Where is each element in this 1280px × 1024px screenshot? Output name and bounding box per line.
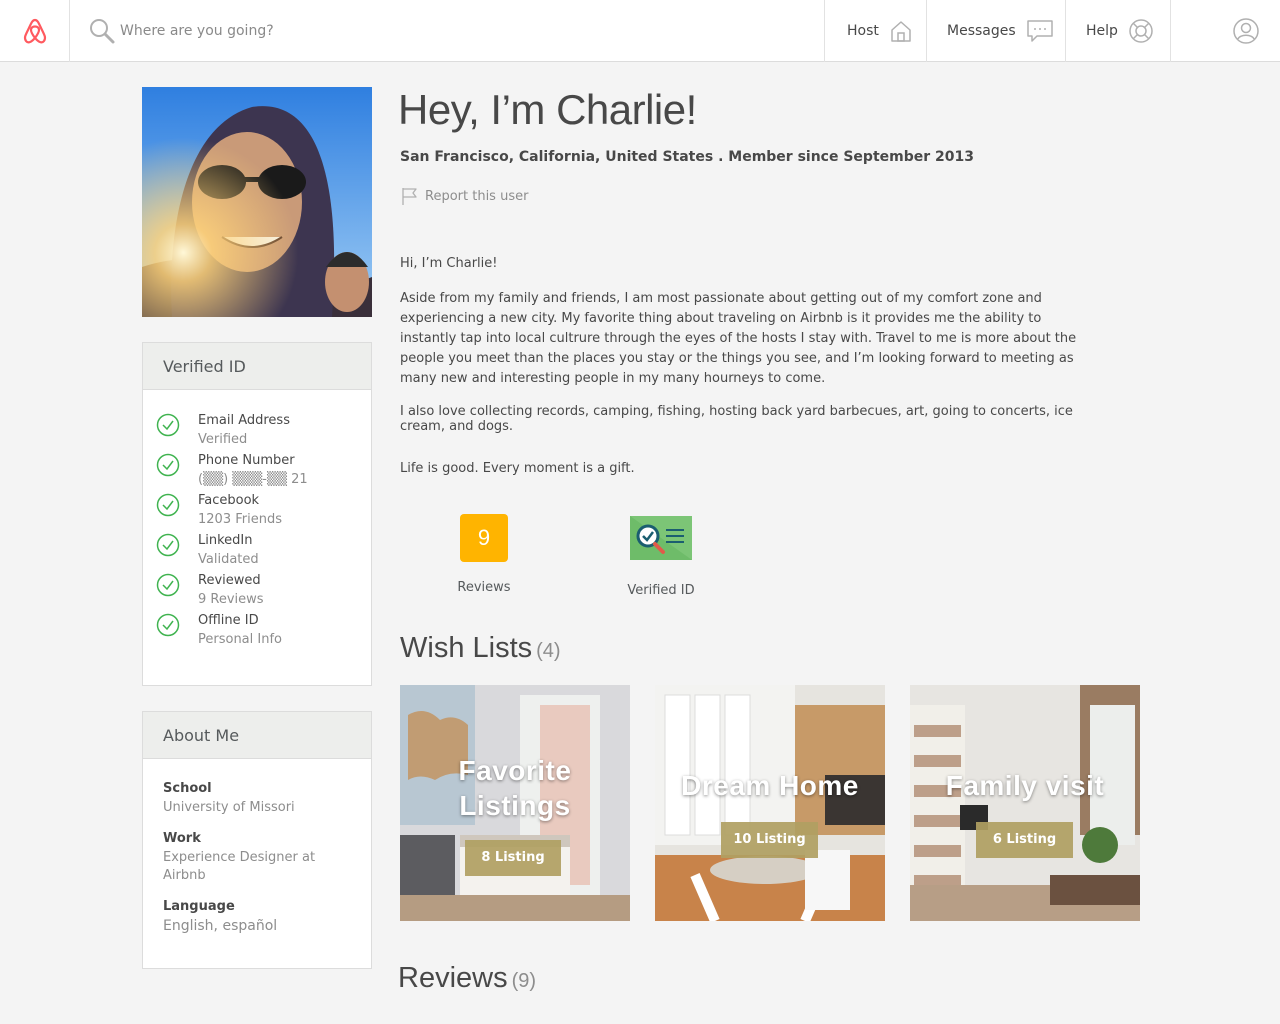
bio-paragraph: Hi, I’m Charlie! — [400, 256, 498, 271]
wish-list-card-favorite[interactable]: Favorite Listings 8 Listing — [400, 685, 630, 921]
bio-paragraph: I also love collecting records, camping,… — [400, 404, 1073, 434]
verified-item-title: Offline ID — [198, 613, 259, 628]
top-header: Host Messages Help — [0, 0, 1280, 62]
verified-item-linkedin: LinkedIn Validated — [143, 532, 371, 572]
verified-item-email: Email Address Verified — [143, 412, 371, 452]
wish-list-card-dream-home[interactable]: Dream Home 10 Listing — [655, 685, 885, 921]
wish-list-listing-button[interactable]: 10 Listing — [721, 822, 818, 858]
about-key: Work — [163, 831, 201, 846]
verified-item-facebook: Facebook 1203 Friends — [143, 492, 371, 532]
bio-paragraph: Aside from my family and friends, I am m… — [400, 291, 1077, 386]
check-circle-icon — [156, 413, 180, 437]
verified-item-detail: 1203 Friends — [198, 512, 282, 527]
verified-item-reviewed: Reviewed 9 Reviews — [143, 572, 371, 612]
about-row-work: Work Experience Designer at Airbnb — [163, 829, 351, 885]
check-circle-icon — [156, 573, 180, 597]
airbnb-logo[interactable] — [0, 0, 70, 62]
verified-item-title: Phone Number — [198, 453, 295, 468]
verified-id-card: Verified ID Email Address Verified Phone… — [142, 342, 372, 686]
lifebuoy-icon — [1129, 19, 1153, 43]
verified-item-phone: Phone Number (▒▒) ▒▒▒-▒▒ 21 — [143, 452, 371, 492]
about-value: University of Missori — [163, 800, 295, 815]
wish-list-card-family-visit[interactable]: Family visit 6 Listing — [910, 685, 1140, 921]
about-value: English, español — [163, 918, 278, 934]
profile-photo — [142, 87, 372, 317]
about-row-language: Language English, español — [163, 897, 351, 935]
about-key: School — [163, 781, 212, 796]
reviews-badge[interactable]: 9 Reviews — [445, 514, 523, 595]
nav-help-label: Help — [1086, 23, 1118, 39]
airbnb-logo-icon — [23, 18, 46, 44]
profile-subtitle: San Francisco, California, United States… — [400, 149, 974, 165]
verified-item-detail: Validated — [198, 552, 259, 567]
verified-list: Email Address Verified Phone Number (▒▒)… — [143, 390, 371, 652]
reviews-heading: Reviews (9) — [398, 962, 536, 995]
verified-id-icon — [630, 516, 692, 560]
nav-host[interactable]: Host — [824, 0, 927, 62]
report-user-label: Report this user — [425, 188, 529, 204]
wish-list-listing-button[interactable]: 6 Listing — [976, 822, 1073, 858]
search-bar — [70, 0, 825, 62]
verified-item-title: Reviewed — [198, 573, 261, 588]
check-circle-icon — [156, 493, 180, 517]
wish-list-name: Favorite Listings — [458, 755, 572, 821]
reviews-badge-label: Reviews — [457, 580, 511, 595]
reviews-count: 9 — [477, 525, 491, 550]
wish-list-listing-button[interactable]: 8 Listing — [465, 840, 561, 876]
about-key: Language — [163, 899, 235, 914]
wish-lists-title: Wish Lists — [400, 632, 533, 664]
verified-item-title: LinkedIn — [198, 533, 253, 548]
search-icon — [90, 19, 115, 44]
profile-bio: Hi, I’m Charlie! Aside from my family an… — [400, 254, 1080, 494]
check-circle-icon — [156, 613, 180, 637]
wish-list-name: Family visit — [945, 770, 1105, 801]
wish-lists-heading: Wish Lists (4) — [400, 632, 561, 665]
verified-item-detail: (▒▒) ▒▒▒-▒▒ 21 — [198, 472, 308, 487]
verified-item-title: Email Address — [198, 413, 290, 428]
verified-id-heading: Verified ID — [143, 343, 371, 390]
house-icon — [891, 21, 911, 42]
flag-icon — [402, 188, 417, 205]
nav-messages[interactable]: Messages — [926, 0, 1066, 62]
user-avatar-icon — [1233, 18, 1259, 44]
verified-item-detail: 9 Reviews — [198, 592, 264, 607]
wish-lists-count: (4) — [536, 640, 561, 662]
nav-user-account[interactable] — [1170, 0, 1280, 62]
about-row-school: School University of Missori — [163, 779, 351, 817]
about-me-card: About Me School University of Missori Wo… — [142, 711, 372, 969]
verified-id-badge[interactable]: Verified ID — [622, 514, 700, 598]
search-input[interactable] — [120, 14, 800, 48]
reviews-title: Reviews — [398, 962, 508, 994]
report-user-link[interactable]: Report this user — [400, 186, 528, 206]
verified-item-offline-id: Offline ID Personal Info — [143, 612, 371, 652]
bio-paragraph: Life is good. Every moment is a gift. — [400, 461, 635, 476]
wish-list-name: Dream Home — [681, 770, 859, 801]
check-circle-icon — [156, 453, 180, 477]
nav-host-label: Host — [847, 23, 879, 39]
nav-help[interactable]: Help — [1065, 0, 1171, 62]
page-title: Hey, I’m Charlie! — [398, 86, 697, 133]
verified-id-badge-label: Verified ID — [627, 583, 695, 598]
check-circle-icon — [156, 533, 180, 557]
chat-bubble-icon — [1026, 20, 1053, 42]
about-me-heading: About Me — [143, 712, 371, 759]
about-value: Experience Designer at Airbnb — [163, 850, 316, 883]
reviews-count-label: (9) — [511, 970, 537, 992]
verified-item-detail: Verified — [198, 432, 248, 447]
nav-messages-label: Messages — [947, 23, 1016, 39]
reviews-count-badge: 9 — [460, 514, 508, 562]
verified-item-detail: Personal Info — [198, 632, 282, 647]
verified-item-title: Facebook — [198, 493, 260, 508]
